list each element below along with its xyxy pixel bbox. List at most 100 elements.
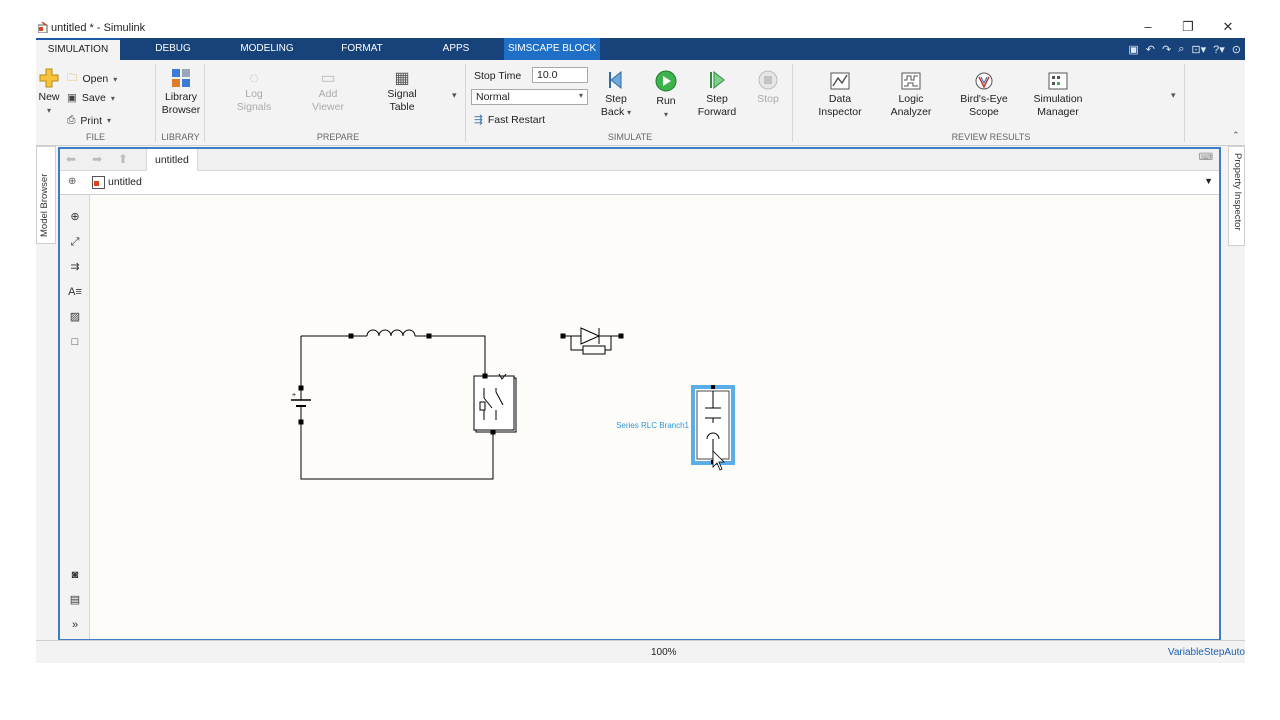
save-icon: ▣ (67, 92, 77, 104)
ribbon: New ▾ 🗀 Open ▾ ▣ Save ▾ ⎙ Print ▾ FILE L… (36, 60, 1245, 146)
chevron-down-icon[interactable]: ▼ (1204, 176, 1213, 186)
prepare-gallery-expand-icon[interactable]: ▾ (452, 90, 457, 101)
area-icon[interactable]: □ (67, 334, 83, 350)
new-icon (39, 68, 59, 88)
window-title: untitled * - Simulink (51, 22, 146, 34)
wire[interactable] (429, 335, 486, 376)
minimize-button[interactable]: – (1134, 18, 1162, 38)
zoom-in-icon[interactable]: ⊕ (67, 209, 83, 225)
file-group-label: FILE (85, 132, 105, 142)
find-icon[interactable]: ⊡▾ (1191, 43, 1206, 56)
step-back-icon (609, 70, 622, 90)
add-viewer-button[interactable]: ▭ Add Viewer (305, 70, 351, 114)
tab-simscape-block[interactable]: SIMSCAPE BLOCK (504, 38, 600, 60)
open-button[interactable]: 🗀 Open ▾ (67, 70, 117, 88)
library-browser-button[interactable]: Library Browser (159, 68, 203, 117)
wire[interactable] (300, 422, 494, 480)
save-icon[interactable]: ▣ (1128, 43, 1138, 56)
quick-access-toolbar: ▣ ↶ ↷ ⌕ ⊡▾ ?▾ ⊙ (1128, 40, 1241, 58)
wires (300, 335, 494, 480)
add-viewer-icon: ▭ (320, 70, 336, 87)
step-forward-icon (710, 70, 725, 90)
chevron-down-icon: ▾ (627, 108, 632, 117)
expand-palette-icon[interactable]: » (67, 617, 83, 633)
stop-button[interactable]: Stop (750, 70, 786, 106)
zoom-level[interactable]: 100% (651, 647, 677, 658)
signal-table-button[interactable]: ▦ Signal Table (379, 71, 425, 114)
new-button[interactable]: New ▾ (36, 68, 62, 117)
simulation-manager-icon (1048, 72, 1068, 90)
fast-restart-button[interactable]: ⇶ Fast Restart (474, 114, 545, 126)
stop-time-label: Stop Time (474, 70, 522, 82)
model-icon (92, 176, 105, 189)
solver-name[interactable]: VariableStepAuto (1168, 647, 1245, 658)
switch-block[interactable] (473, 373, 517, 435)
data-inspector-button[interactable]: Data Inspector (812, 72, 868, 119)
up-arrow-icon[interactable]: ⬆ (118, 152, 128, 166)
search-icon[interactable]: ⌕ (1178, 43, 1184, 56)
tab-apps[interactable]: APPS (434, 38, 478, 60)
route-lines-icon[interactable]: ⇉ (67, 259, 83, 275)
inductor-block[interactable] (348, 329, 432, 339)
collapse-ribbon-icon[interactable]: ⊙ (1232, 43, 1241, 56)
help-icon[interactable]: ?▾ (1213, 43, 1225, 56)
print-button[interactable]: ⎙ Print ▾ (67, 114, 111, 127)
status-bar: 100% VariableStepAuto (36, 640, 1245, 663)
stop-time-input[interactable]: 10.0 (532, 67, 588, 83)
review-results-group-label: REVIEW RESULTS (951, 132, 1031, 142)
fast-restart-icon: ⇶ (474, 114, 483, 126)
dc-voltage-source-block[interactable]: + (291, 385, 311, 425)
diode-block[interactable] (560, 327, 624, 355)
tab-simulation[interactable]: SIMULATION (36, 38, 120, 60)
hide-explorer-icon[interactable]: ⊕ (68, 176, 76, 187)
tab-modeling[interactable]: MODELING (230, 38, 304, 60)
property-inspector-tab[interactable]: Property Inspector (1228, 146, 1245, 246)
simulate-group: Stop Time 10.0 Normal ▾ ⇶ Fast Restart S… (468, 64, 793, 142)
close-button[interactable]: ✕ (1214, 18, 1242, 38)
chevron-down-icon: ▾ (46, 106, 51, 115)
data-inspector-icon (830, 72, 850, 90)
log-signals-button[interactable]: ◌ Log Signals (231, 71, 277, 114)
model-browser-icon[interactable]: ▤ (67, 592, 83, 608)
restore-button[interactable]: ❐ (1174, 18, 1202, 38)
review-gallery-expand-icon[interactable]: ▾ (1171, 90, 1176, 101)
save-button[interactable]: ▣ Save ▾ (67, 92, 115, 104)
logic-analyzer-icon (901, 72, 921, 90)
keyboard-icon[interactable]: ⌨ (1199, 152, 1213, 163)
prepare-group: ◌ Log Signals ▭ Add Viewer ▦ Signal Tabl… (211, 64, 466, 142)
model-canvas[interactable]: + Series RLC Branch1 (91, 195, 1219, 639)
step-forward-button[interactable]: Step Forward (694, 70, 740, 119)
logic-analyzer-button[interactable]: Logic Analyzer (884, 72, 938, 119)
file-group: New ▾ 🗀 Open ▾ ▣ Save ▾ ⎙ Print ▾ FILE (36, 64, 156, 142)
folder-icon: 🗀 (67, 72, 78, 84)
chevron-down-icon: ▾ (110, 93, 115, 103)
ribbon-collapse-icon[interactable]: ⌃ (1232, 130, 1240, 141)
ribbon-tab-strip: SIMULATION DEBUG MODELING FORMAT APPS SI… (36, 38, 1245, 60)
breadcrumb-model-name[interactable]: untitled (108, 176, 142, 188)
birds-eye-scope-button[interactable]: Bird's-Eye Scope (952, 72, 1016, 119)
chevron-down-icon: ▾ (113, 74, 118, 84)
fit-to-view-icon[interactable]: ⤢ (67, 234, 83, 250)
tab-format[interactable]: FORMAT (332, 38, 392, 60)
chevron-down-icon: ▾ (663, 110, 668, 119)
model-browser-tab[interactable]: Model Browser (36, 146, 56, 244)
printer-icon: ⎙ (67, 114, 76, 126)
stop-icon (758, 70, 778, 90)
birds-eye-scope-icon (975, 72, 993, 90)
breadcrumb: ⊕ untitled ▼ (60, 171, 1219, 195)
redo-icon[interactable]: ↷ (1162, 43, 1171, 56)
model-tab-untitled[interactable]: untitled (146, 149, 198, 171)
tab-debug[interactable]: DEBUG (143, 38, 203, 60)
annotation-icon[interactable]: A≡ (67, 284, 83, 300)
image-icon[interactable]: ▨ (67, 309, 83, 325)
chevron-down-icon: ▾ (578, 91, 583, 100)
step-back-button[interactable]: Step Back ▾ (596, 70, 636, 119)
simulation-mode-select[interactable]: Normal ▾ (471, 89, 588, 105)
selected-block-label[interactable]: Series RLC Branch1 (616, 421, 689, 430)
back-arrow-icon[interactable]: ⬅ (66, 152, 76, 166)
forward-arrow-icon[interactable]: ➡ (92, 152, 102, 166)
screenshot-icon[interactable]: ◙ (67, 567, 83, 583)
simulation-manager-button[interactable]: Simulation Manager (1026, 72, 1090, 119)
run-button[interactable]: Run ▾ (648, 70, 684, 121)
undo-icon[interactable]: ↶ (1146, 43, 1155, 56)
